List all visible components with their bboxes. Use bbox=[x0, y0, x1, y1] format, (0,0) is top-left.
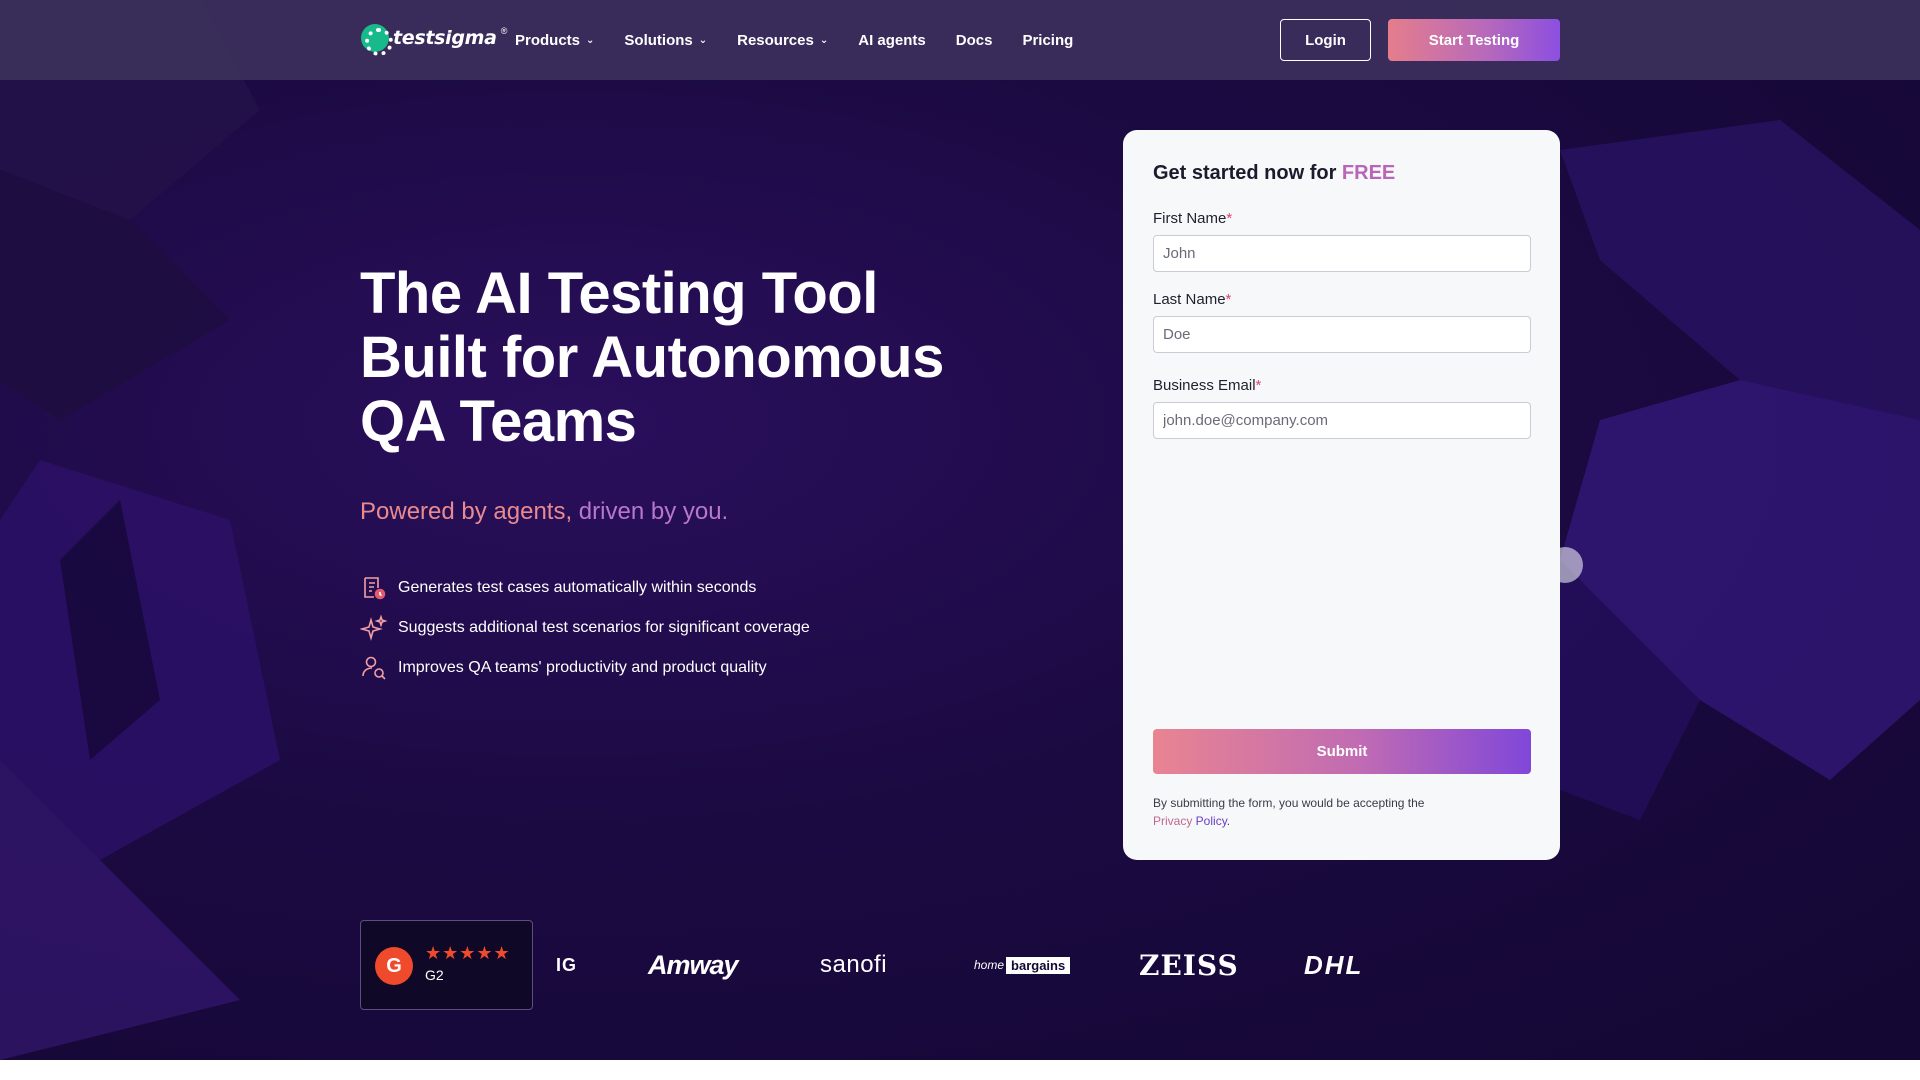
menu-products-label: Products bbox=[515, 31, 581, 49]
first-name-label-text: First Name bbox=[1153, 210, 1227, 227]
menu-solutions-label: Solutions bbox=[624, 31, 693, 49]
business-email-label-text: Business Email bbox=[1153, 377, 1256, 394]
customer-logo-dhl: DHL bbox=[1304, 949, 1364, 980]
privacy-policy-link[interactable]: Privacy Policy bbox=[1153, 814, 1227, 828]
feature-item: Suggests additional test scenarios for s… bbox=[360, 608, 810, 648]
hero-subtitle-part2: driven by you. bbox=[572, 498, 729, 525]
home-bargains-home: home bbox=[974, 958, 1005, 972]
testsigma-logo[interactable]: testsigma ® bbox=[361, 24, 508, 56]
disclaimer-text: By submitting the form, you would be acc… bbox=[1153, 796, 1425, 810]
logo-text: testsigma bbox=[393, 27, 497, 49]
form-disclaimer: By submitting the form, you would be acc… bbox=[1153, 794, 1531, 830]
chevron-down-icon: ⌄ bbox=[819, 34, 829, 46]
form-title-prefix: Get started now for bbox=[1153, 162, 1342, 184]
star-rating-icon: ★★★★★ bbox=[425, 943, 511, 963]
customer-logo-ig: IG bbox=[556, 954, 578, 975]
menu-ai-agents[interactable]: AI agents bbox=[858, 32, 926, 49]
customer-logo-amway: Amway bbox=[648, 949, 739, 980]
feature-list: Generates test cases automatically withi… bbox=[360, 568, 810, 688]
customer-logo-home-bargains: home bargains bbox=[974, 950, 1071, 980]
menu-docs-label: Docs bbox=[955, 31, 993, 49]
first-name-input[interactable] bbox=[1153, 235, 1531, 272]
required-mark: * bbox=[1255, 377, 1262, 394]
page-bottom-strip bbox=[0, 1060, 1920, 1080]
last-name-label: Last Name* bbox=[1153, 291, 1231, 308]
last-name-label-text: Last Name bbox=[1153, 291, 1226, 308]
start-testing-button[interactable]: Start Testing bbox=[1388, 19, 1560, 61]
menu-pricing[interactable]: Pricing bbox=[1022, 32, 1073, 49]
login-button[interactable]: Login bbox=[1280, 19, 1371, 61]
chevron-down-icon: ⌄ bbox=[698, 34, 708, 46]
privacy-link-part1: Privacy bbox=[1153, 814, 1193, 828]
hero-subtitle: Powered by agents, driven by you. bbox=[360, 498, 728, 526]
business-email-input[interactable] bbox=[1153, 402, 1531, 439]
g2-logo-icon: G bbox=[375, 947, 413, 985]
signup-form-card: Get started now for FREE First Name* Las… bbox=[1123, 130, 1560, 860]
hero-title: The AI Testing Tool Built for Autonomous… bbox=[360, 261, 944, 454]
last-name-input[interactable] bbox=[1153, 316, 1531, 353]
top-navigation: testsigma ® Products ⌄ Solutions ⌄ Resou… bbox=[0, 0, 1920, 80]
menu-resources[interactable]: Resources ⌄ bbox=[737, 32, 828, 49]
submit-button[interactable]: Submit bbox=[1153, 729, 1531, 774]
user-search-icon bbox=[360, 654, 388, 682]
menu-pricing-label: Pricing bbox=[1022, 31, 1074, 49]
menu-docs[interactable]: Docs bbox=[956, 32, 993, 49]
sparkles-icon bbox=[360, 614, 388, 642]
feature-item: Improves QA teams' productivity and prod… bbox=[360, 648, 810, 688]
g2-label: G2 bbox=[425, 967, 444, 983]
document-clock-icon bbox=[360, 574, 388, 602]
feature-text: Suggests additional test scenarios for s… bbox=[398, 619, 810, 636]
menu-products[interactable]: Products ⌄ bbox=[515, 32, 594, 49]
feature-text: Improves QA teams' productivity and prod… bbox=[398, 659, 767, 676]
g2-rating-badge[interactable]: G ★★★★★ G2 bbox=[360, 920, 533, 1010]
business-email-label: Business Email* bbox=[1153, 377, 1261, 394]
home-bargains-bargains: bargains bbox=[1006, 956, 1071, 974]
first-name-label: First Name* bbox=[1153, 210, 1232, 227]
menu-ai-agents-label: AI agents bbox=[858, 31, 926, 49]
disclaimer-period: . bbox=[1226, 814, 1231, 828]
chevron-down-icon: ⌄ bbox=[586, 34, 595, 46]
customer-logo-zeiss: ZEISS bbox=[1139, 948, 1239, 982]
form-title-free: FREE bbox=[1341, 162, 1396, 184]
hero-background bbox=[0, 0, 1920, 1060]
main-menu: Products ⌄ Solutions ⌄ Resources ⌄ AI ag… bbox=[515, 0, 1073, 80]
customer-logo-sanofi: sanofi bbox=[820, 951, 888, 978]
required-mark: * bbox=[1225, 291, 1232, 308]
menu-resources-label: Resources bbox=[737, 31, 814, 49]
feature-text: Generates test cases automatically withi… bbox=[398, 579, 757, 596]
menu-solutions[interactable]: Solutions ⌄ bbox=[624, 32, 707, 49]
form-title: Get started now for FREE bbox=[1153, 162, 1395, 185]
required-mark: * bbox=[1226, 210, 1233, 227]
testsigma-logo-icon bbox=[361, 24, 393, 56]
registered-mark: ® bbox=[500, 26, 508, 36]
privacy-link-part2: Policy bbox=[1192, 814, 1227, 828]
feature-item: Generates test cases automatically withi… bbox=[360, 568, 810, 608]
hero-subtitle-part1: Powered by agents, bbox=[360, 498, 573, 525]
